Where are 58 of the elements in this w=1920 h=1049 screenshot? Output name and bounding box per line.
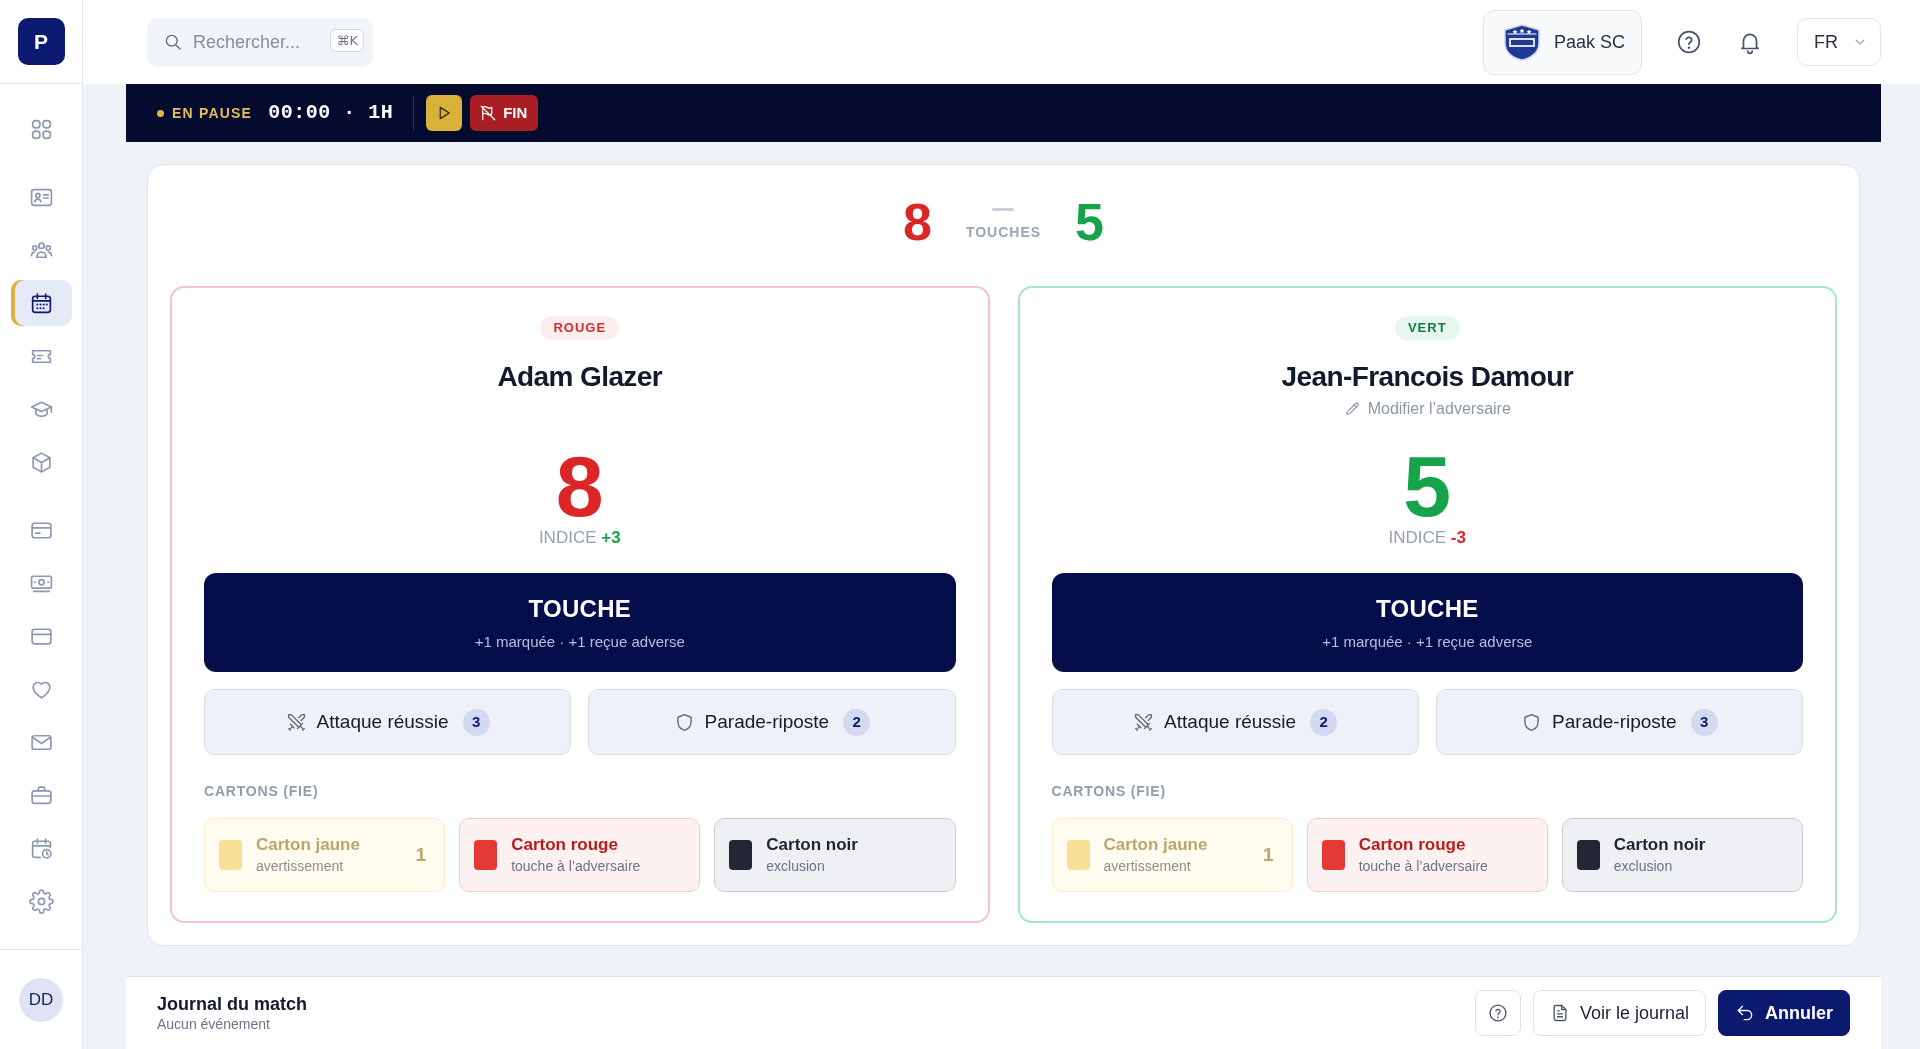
touch-button[interactable]: TOUCHE +1 marquée · +1 reçue adverse: [204, 573, 956, 672]
fencer-name: Jean-Francois Damour: [1281, 360, 1573, 394]
penalty-card-button[interactable]: Carton noir exclusion: [1561, 818, 1803, 892]
index-text: INDICE +3: [537, 528, 622, 548]
penalty-card-button[interactable]: Carton rouge touche à l’adversaire: [1306, 818, 1548, 892]
cancel-button[interactable]: Annuler: [1718, 990, 1850, 1036]
undo-icon: [1735, 1003, 1755, 1023]
language-select[interactable]: FR: [1797, 18, 1881, 66]
journal-button[interactable]: Voir le journal: [1532, 990, 1706, 1036]
touch-button[interactable]: TOUCHE +1 marquée · +1 reçue adverse: [1051, 573, 1803, 672]
card-swatch-icon: [219, 840, 242, 870]
club-button[interactable]: Paak SC: [1482, 9, 1642, 75]
fencer-name: Adam Glazer: [497, 360, 663, 394]
action-button[interactable]: Attaque réussie 3: [204, 689, 572, 755]
end-match-button[interactable]: FIN: [470, 95, 539, 131]
action-button[interactable]: Parade-riposte 3: [1435, 689, 1803, 755]
sidebar-item[interactable]: [10, 280, 72, 326]
user-avatar[interactable]: DD: [19, 977, 63, 1022]
pencil-icon: [1343, 400, 1361, 418]
count-badge: 2: [1310, 708, 1338, 736]
count-badge: 3: [1690, 708, 1718, 736]
count-badge: 2: [843, 708, 871, 736]
action-button[interactable]: Parade-riposte 2: [588, 689, 956, 755]
card-swatch-icon: [1576, 840, 1600, 870]
status-text: EN PAUSE: [172, 103, 253, 123]
score-label: TOUCHES: [965, 223, 1042, 242]
clock-text: 00:00 · 1H: [268, 100, 394, 126]
penalty-card-button[interactable]: Carton noir exclusion: [714, 818, 956, 892]
card-swatch-icon: [474, 840, 498, 870]
help-icon: [1676, 29, 1702, 55]
section-label: CARTONS (FIE): [204, 782, 320, 801]
journal-title: Journal du match: [157, 993, 308, 1015]
crossed-swords-icon: [1133, 711, 1155, 733]
settings-icon: [28, 888, 54, 914]
help-icon: [1487, 1003, 1508, 1023]
card-swatch-icon: [1321, 840, 1345, 870]
card-swatch-icon: [729, 840, 753, 870]
section-label: CARTONS (FIE): [1051, 782, 1167, 801]
journal-subtitle: Aucun événement: [157, 1015, 271, 1033]
card-swatch-icon: [1066, 840, 1090, 870]
play-button[interactable]: [426, 95, 463, 131]
shield-logo-icon: [1501, 23, 1542, 61]
fencer-score: 8: [555, 444, 604, 528]
score-number: 5: [1075, 195, 1104, 248]
fencer-score: 5: [1403, 444, 1452, 528]
flag-off-icon: [479, 104, 498, 122]
side-label: VERT: [1394, 316, 1460, 340]
help-button[interactable]: [1474, 990, 1521, 1036]
index-text: INDICE -3: [1387, 528, 1467, 548]
count-badge: 3: [462, 708, 490, 736]
crossed-swords-icon: [285, 711, 307, 733]
score-number: 8: [902, 195, 932, 248]
side-label: ROUGE: [540, 316, 620, 340]
app-logo: P: [17, 18, 65, 65]
penalty-card-button[interactable]: Carton rouge touche à l’adversaire: [459, 818, 701, 892]
action-button[interactable]: Attaque réussie 2: [1051, 689, 1419, 755]
status-dot-icon: [157, 109, 164, 117]
help-button[interactable]: [1675, 28, 1703, 56]
